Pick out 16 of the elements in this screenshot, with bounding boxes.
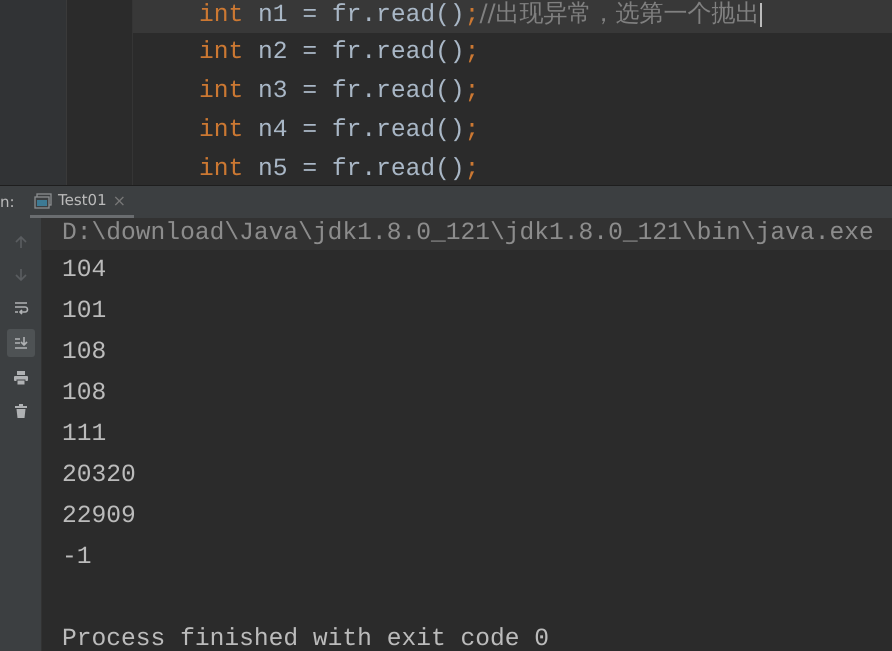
code-line: int n4 = fr.read(); bbox=[198, 116, 480, 146]
output-line: Process finished with exit code 0 bbox=[62, 625, 550, 651]
output-line: 22909 bbox=[62, 502, 137, 532]
output-line: 108 bbox=[62, 338, 108, 368]
output-line: 104 bbox=[62, 256, 108, 286]
output-line: 111 bbox=[62, 420, 108, 450]
output-line: 20320 bbox=[62, 461, 137, 491]
code-line: int n5 = fr.read(); bbox=[198, 155, 480, 185]
code-line: int n2 = fr.read(); bbox=[198, 38, 480, 68]
scroll-to-end-icon[interactable] bbox=[6, 329, 34, 357]
code-line: int n3 = fr.read(); bbox=[198, 77, 480, 107]
output-line: -1 bbox=[62, 543, 93, 573]
console-icon bbox=[34, 192, 52, 208]
output-line: 108 bbox=[62, 379, 108, 409]
output-line: 101 bbox=[62, 297, 108, 327]
panel-label: n: bbox=[0, 192, 16, 213]
